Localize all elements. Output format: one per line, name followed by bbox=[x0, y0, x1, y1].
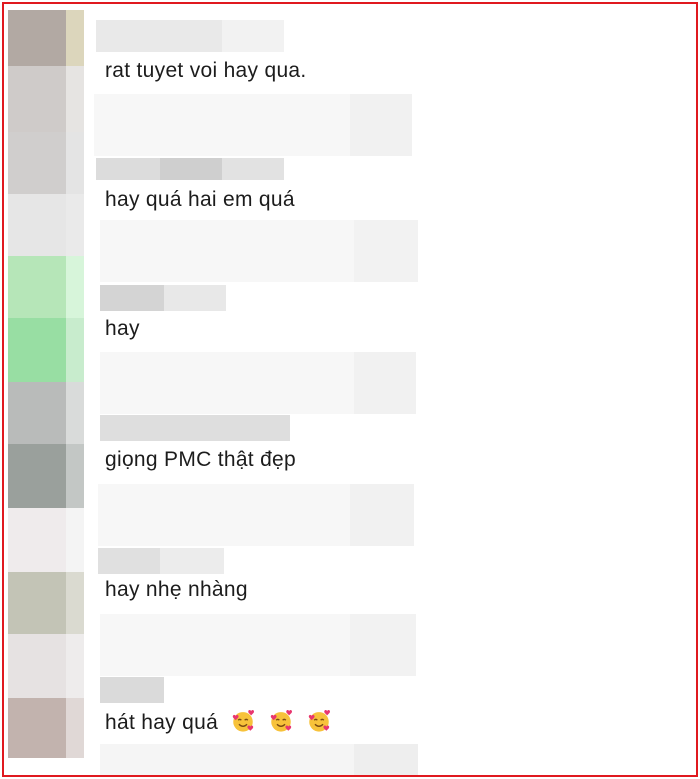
username-blurred bbox=[164, 285, 226, 311]
username-blurred bbox=[98, 548, 160, 574]
avatar-column-blurred bbox=[8, 10, 84, 770]
reply-blurred bbox=[354, 220, 418, 282]
username-blurred bbox=[160, 158, 222, 180]
reply-blurred bbox=[354, 352, 416, 414]
username-blurred bbox=[96, 20, 222, 52]
username-blurred bbox=[100, 415, 290, 441]
username-blurred bbox=[160, 548, 224, 574]
screenshot-frame: rat tuyet voi hay qua. hay quá hai em qu… bbox=[2, 2, 698, 777]
username-blurred bbox=[96, 158, 160, 180]
username-blurred bbox=[222, 158, 284, 180]
comment-text: hay bbox=[105, 317, 140, 340]
comment-text: giọng PMC thật đẹp bbox=[105, 448, 297, 471]
reply-blurred bbox=[354, 744, 418, 775]
smiling-face-with-hearts-icon bbox=[309, 710, 331, 732]
comment-text: hát hay quá bbox=[105, 708, 332, 735]
comment-text-body: hát hay quá bbox=[105, 711, 219, 734]
username-blurred bbox=[100, 677, 164, 703]
comment-text: rat tuyet voi hay qua. bbox=[105, 59, 307, 82]
reply-blurred bbox=[350, 484, 414, 546]
comment-text: hay nhẹ nhàng bbox=[105, 578, 248, 601]
reply-blurred bbox=[350, 94, 412, 156]
username-blurred bbox=[100, 285, 164, 311]
smiling-face-with-hearts-icon bbox=[271, 710, 293, 732]
smiling-face-with-hearts-icon bbox=[233, 710, 255, 732]
reply-blurred bbox=[350, 614, 416, 676]
comment-text: hay quá hai em quá bbox=[105, 188, 295, 211]
username-blurred bbox=[222, 20, 284, 52]
